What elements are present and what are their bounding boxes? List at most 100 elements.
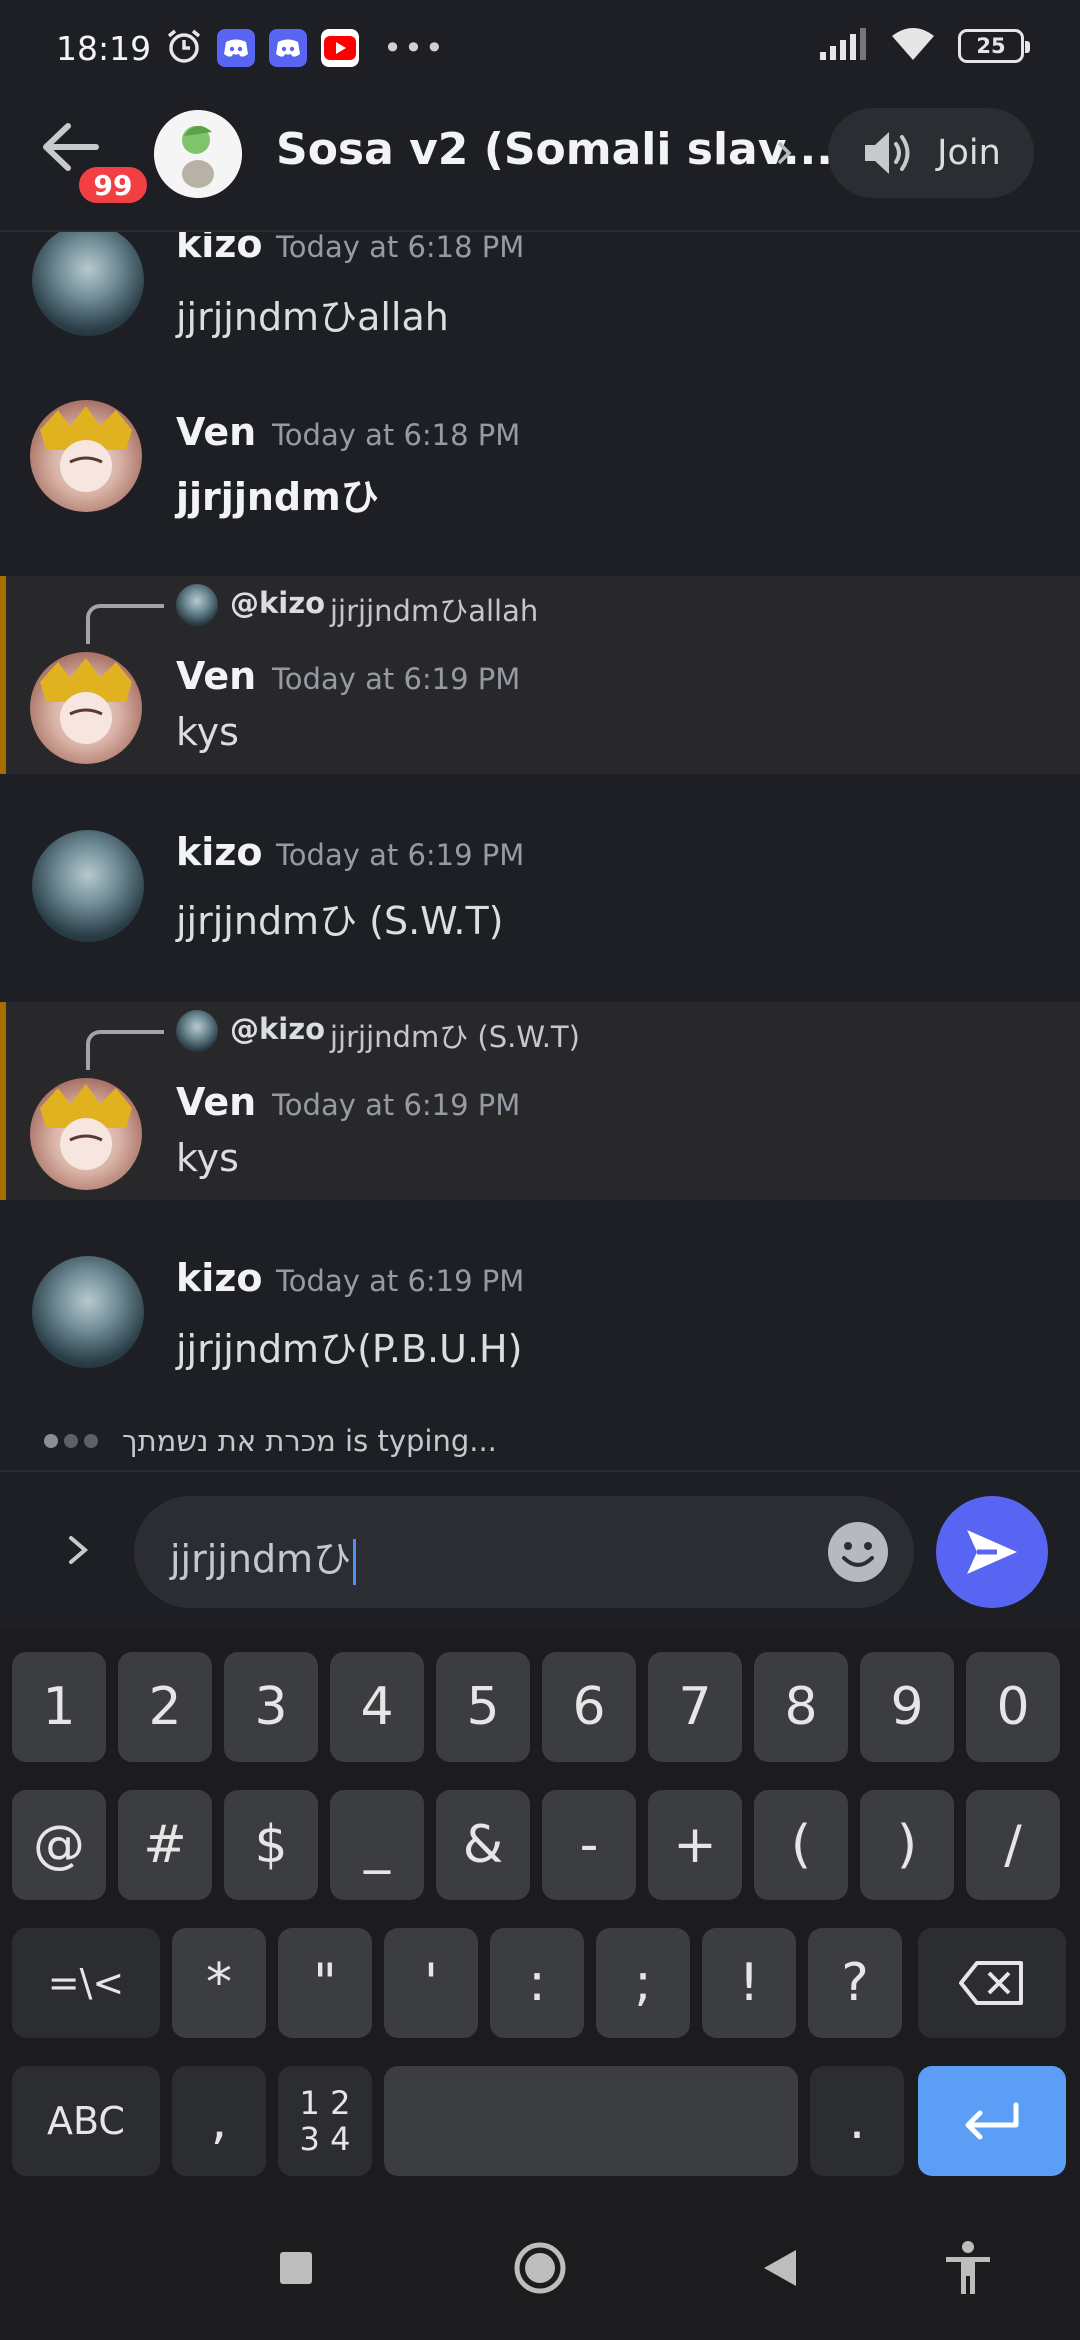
key[interactable]: $ (224, 1790, 318, 1900)
reply-avatar (176, 584, 218, 626)
key[interactable]: # (118, 1790, 212, 1900)
message-content: jjrjjndmひ(P.B.U.H) (176, 1327, 523, 1371)
avatar[interactable] (30, 652, 142, 764)
key[interactable]: - (542, 1790, 636, 1900)
message-list[interactable]: kizo Today at 6:18 PM jjrjjndmひallah Ven… (0, 232, 1080, 1470)
message-author[interactable]: Ven (176, 654, 256, 698)
message-input-value[interactable]: jjrjjndmひ (170, 1528, 357, 1585)
home-button[interactable] (510, 2238, 570, 2298)
abc-key[interactable]: ABC (12, 2066, 160, 2176)
message-content: kys (176, 710, 239, 754)
message-author[interactable]: kizo (176, 830, 263, 874)
reply-author[interactable]: @kizo (230, 1012, 325, 1046)
youtube-icon (321, 29, 360, 67)
numpad-key[interactable]: 1 23 4 (278, 2066, 372, 2176)
emoji-button[interactable] (826, 1520, 890, 1584)
key[interactable]: ? (808, 1928, 902, 2038)
message-author[interactable]: kizo (176, 232, 263, 266)
key[interactable]: , (172, 2066, 266, 2176)
discord-icon (269, 29, 308, 67)
key[interactable]: 1 (12, 1652, 106, 1762)
reply-connector (86, 604, 164, 644)
message-timestamp: Today at 6:18 PM (276, 232, 525, 264)
key[interactable]: _ (330, 1790, 424, 1900)
key[interactable]: ( (754, 1790, 848, 1900)
avatar[interactable] (32, 232, 144, 336)
key[interactable]: & (436, 1790, 530, 1900)
key[interactable]: 3 (224, 1652, 318, 1762)
unread-badge: 99 (74, 162, 152, 208)
text-caret (353, 1538, 357, 1585)
message-timestamp: Today at 6:19 PM (272, 1088, 521, 1122)
message-item-mention[interactable]: @kizo jjrjjndmひ (S.W.T) Ven Today at 6:1… (0, 1002, 1080, 1200)
key[interactable]: ! (702, 1928, 796, 2038)
key[interactable]: 4 (330, 1652, 424, 1762)
key[interactable]: ; (596, 1928, 690, 2038)
message-item[interactable]: kizo Today at 6:19 PM jjrjjndmひ (S.W.T) (0, 774, 1080, 970)
key[interactable]: 2 (118, 1652, 212, 1762)
backspace-key[interactable] (918, 1928, 1066, 2038)
system-icons: 25 (818, 26, 1030, 66)
group-avatar[interactable] (154, 110, 242, 198)
key[interactable]: " (278, 1928, 372, 2038)
avatar[interactable] (32, 830, 144, 942)
smiley-icon (828, 1522, 888, 1582)
key[interactable]: : (490, 1928, 584, 2038)
message-author[interactable]: Ven (176, 1080, 256, 1124)
chevron-right-icon (69, 1536, 89, 1564)
enter-key[interactable] (918, 2066, 1066, 2176)
key[interactable]: 8 (754, 1652, 848, 1762)
alarm-icon (165, 27, 203, 69)
send-button[interactable] (936, 1496, 1048, 1608)
battery-level: 25 (976, 34, 1006, 58)
avatar[interactable] (30, 400, 142, 512)
key[interactable]: 7 (648, 1652, 742, 1762)
key[interactable]: / (966, 1790, 1060, 1900)
reply-author[interactable]: @kizo (230, 586, 325, 620)
join-voice-button[interactable]: Join (828, 108, 1034, 198)
message-timestamp: Today at 6:19 PM (272, 662, 521, 696)
message-author[interactable]: Ven (176, 410, 256, 454)
channel-header: 99 Sosa v2 (Somali slav... Join (0, 96, 1080, 232)
key[interactable]: 9 (860, 1652, 954, 1762)
key[interactable]: 5 (436, 1652, 530, 1762)
message-item[interactable]: kizo Today at 6:18 PM jjrjjndmひallah (0, 232, 1080, 380)
key[interactable]: + (648, 1790, 742, 1900)
message-input[interactable]: jjrjjndmひ (134, 1496, 914, 1608)
message-timestamp: Today at 6:19 PM (276, 1264, 525, 1298)
key[interactable]: ' (384, 1928, 478, 2038)
back-nav-button[interactable] (750, 2238, 810, 2298)
chevron-right-icon[interactable] (774, 138, 794, 172)
reply-preview[interactable]: jjrjjndmひ (S.W.T) (330, 1014, 580, 1056)
typing-dots-icon (44, 1434, 98, 1448)
key[interactable]: . (810, 2066, 904, 2176)
discord-icon (217, 29, 256, 67)
more-notifications-icon: ••• (383, 29, 446, 67)
key[interactable]: 6 (542, 1652, 636, 1762)
key[interactable]: ) (860, 1790, 954, 1900)
status-time: 18:19 (56, 28, 152, 68)
battery-icon: 25 (958, 29, 1030, 63)
avatar[interactable] (30, 1078, 142, 1190)
reply-connector (86, 1030, 164, 1070)
recents-button[interactable] (266, 2238, 326, 2298)
signal-icon (818, 26, 868, 66)
message-item[interactable]: Ven Today at 6:18 PM jjrjjndmひ (0, 380, 1080, 576)
expand-actions-button[interactable] (50, 1522, 106, 1578)
backspace-icon (959, 1961, 1023, 2005)
message-item[interactable]: kizo Today at 6:19 PM jjrjjndmひ(P.B.U.H) (0, 1200, 1080, 1396)
more-symbols-key[interactable]: =\< (12, 1928, 160, 2038)
accessibility-button[interactable] (938, 2238, 998, 2298)
avatar[interactable] (32, 1256, 144, 1368)
key[interactable]: * (172, 1928, 266, 2038)
channel-title[interactable]: Sosa v2 (Somali slav... (276, 124, 833, 175)
key[interactable]: 0 (966, 1652, 1060, 1762)
enter-icon (965, 2102, 1019, 2140)
message-timestamp: Today at 6:18 PM (272, 418, 521, 452)
message-author[interactable]: kizo (176, 1256, 263, 1300)
space-key[interactable] (384, 2066, 798, 2176)
key[interactable]: @ (12, 1790, 106, 1900)
message-content: jjrjjndmひ (S.W.T) (176, 899, 504, 943)
reply-preview[interactable]: jjrjjndmひallah (330, 588, 538, 630)
message-item-mention[interactable]: @kizo jjrjjndmひallah Ven Today at 6:19 P… (0, 576, 1080, 774)
